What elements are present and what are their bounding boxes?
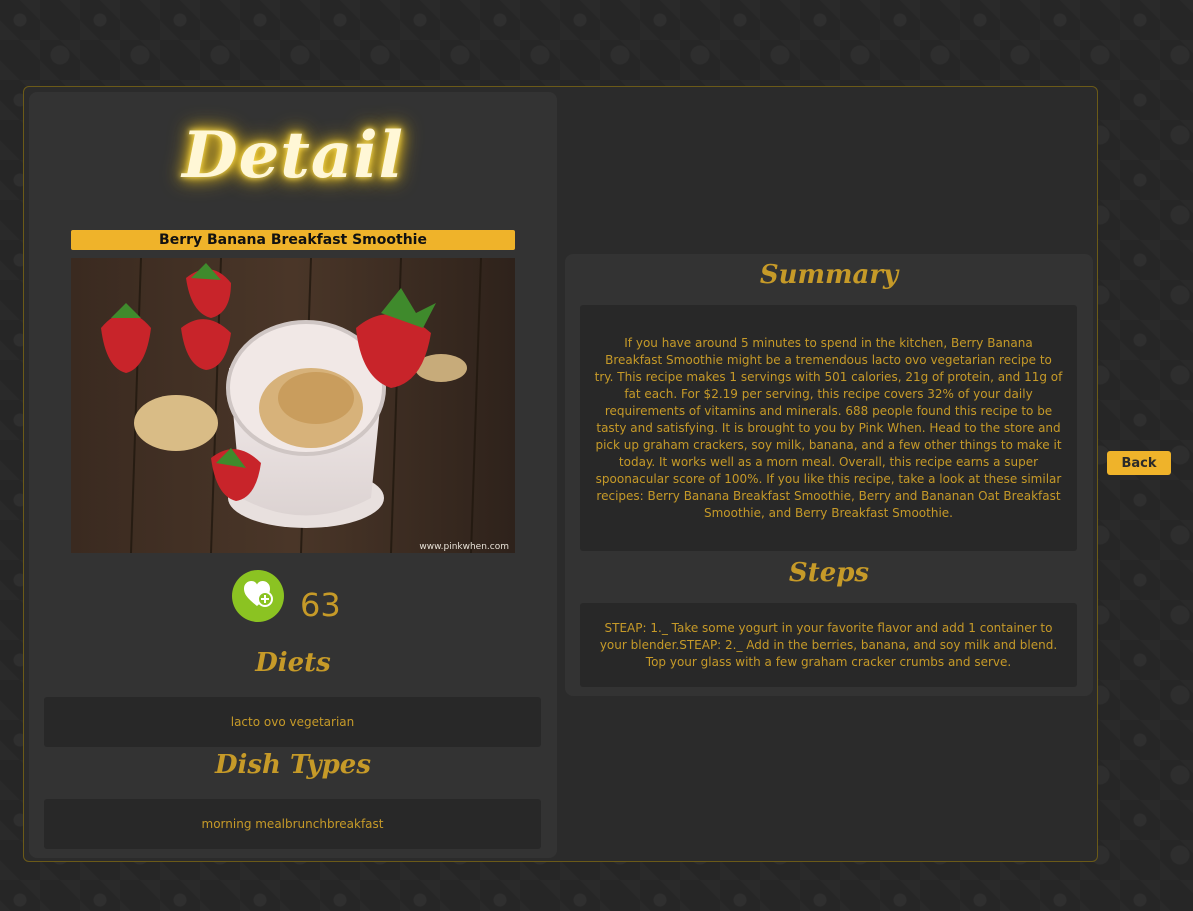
steps-text: STEAP: 1._ Take some yogurt in your favo… [580,603,1077,687]
summary-text: If you have around 5 minutes to spend in… [580,305,1077,551]
diets-heading: Diets [255,648,331,678]
recipe-image: www.pinkwhen.com [71,258,515,553]
steps-heading: Steps [788,558,870,588]
summary-heading: Summary [759,260,899,290]
diets-value: lacto ovo vegetarian [44,697,541,747]
like-button[interactable] [232,570,284,622]
like-count: 63 [300,586,341,624]
image-watermark: www.pinkwhen.com [419,542,509,552]
recipe-title: Berry Banana Breakfast Smoothie [71,230,515,250]
page-title: Detail [182,118,404,193]
recipe-card: Detail Berry Banana Breakfast Smoothie w… [29,92,557,858]
like-row: 63 [232,570,341,624]
dish-types-heading: Dish Types [215,750,371,780]
back-button[interactable]: Back [1107,451,1171,475]
info-card: Summary If you have around 5 minutes to … [565,254,1093,696]
heart-plus-icon [243,580,273,612]
dish-types-value: morning mealbrunchbreakfast [44,799,541,849]
